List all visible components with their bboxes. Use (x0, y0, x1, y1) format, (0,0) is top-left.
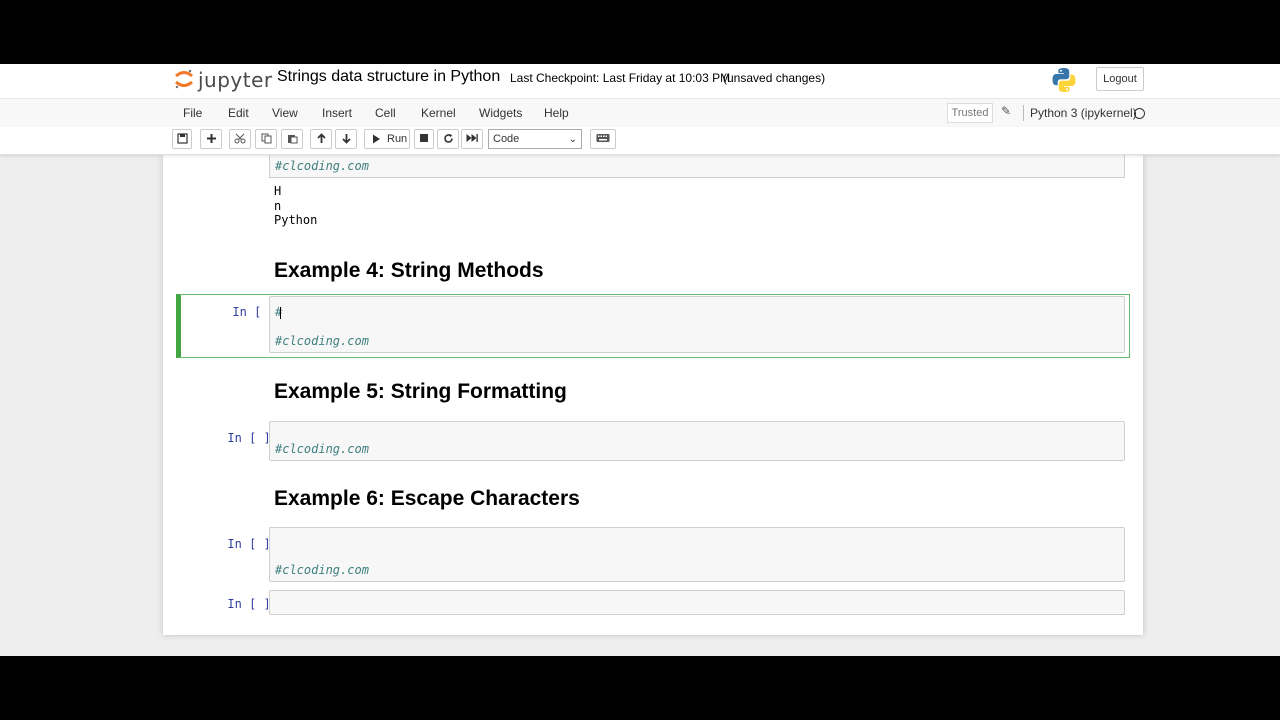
jupyter-app: jupyter Strings data structure in Python… (0, 64, 1280, 656)
code-cell[interactable]: In [ ]: #clcoding.com (176, 524, 1130, 582)
run-button[interactable]: Run (364, 129, 410, 149)
copy-icon (261, 133, 271, 144)
markdown-heading: Example 5: String Formatting (274, 380, 567, 403)
menu-file[interactable]: File (183, 106, 202, 120)
kernel-name[interactable]: Python 3 (ipykernel) (1023, 105, 1137, 121)
menu-cell[interactable]: Cell (375, 106, 396, 120)
scissors-icon (234, 133, 246, 144)
code-cell-selected[interactable]: In [ ]: # #clcoding.com (176, 294, 1130, 358)
arrow-down-icon (341, 134, 351, 144)
output-line: H (274, 184, 282, 198)
insert-cell-button[interactable] (200, 129, 222, 149)
code-input[interactable]: #clcoding.com (269, 527, 1125, 582)
interrupt-button[interactable] (414, 129, 434, 149)
keyboard-icon (596, 134, 610, 142)
trusted-badge[interactable]: Trusted (947, 103, 993, 123)
arrow-up-icon (316, 133, 326, 143)
code-line: # (275, 305, 283, 319)
cut-button[interactable] (229, 129, 251, 149)
code-comment: #clcoding.com (275, 563, 369, 577)
output-line: Python (274, 213, 318, 227)
previous-cell-input[interactable]: #clcoding.com (269, 155, 1125, 178)
markdown-heading: Example 6: Escape Characters (274, 487, 580, 510)
stop-icon (420, 134, 428, 142)
code-comment: #clcoding.com (275, 159, 369, 173)
pencil-icon[interactable]: ✎ (1001, 104, 1011, 118)
plus-icon (206, 134, 216, 143)
text-cursor (280, 307, 281, 319)
save-icon (176, 133, 188, 144)
cell-type-value: Code (493, 133, 520, 145)
output-line: n (274, 199, 282, 213)
move-down-button[interactable] (335, 129, 357, 149)
save-button[interactable] (172, 129, 192, 149)
screen: jupyter Strings data structure in Python… (0, 0, 1280, 720)
jupyter-logo[interactable]: jupyter (174, 67, 272, 93)
title-row: jupyter Strings data structure in Python… (163, 64, 1144, 98)
menu-insert[interactable]: Insert (322, 106, 352, 120)
notebook-container: #clcoding.com H n Python Example 4: Stri… (163, 155, 1143, 635)
code-comment: #clcoding.com (275, 442, 369, 456)
python-icon (1052, 68, 1076, 92)
kernel-idle-icon (1134, 108, 1145, 119)
logout-button[interactable]: Logout (1096, 67, 1144, 91)
logo-wordmark: jupyter (198, 68, 273, 92)
menu-kernel[interactable]: Kernel (421, 106, 456, 120)
header: jupyter Strings data structure in Python… (0, 64, 1280, 155)
cell-type-select[interactable]: Code ⌄ (488, 129, 582, 149)
command-palette-button[interactable] (590, 129, 616, 149)
menu-view[interactable]: View (272, 106, 298, 120)
fast-forward-icon (466, 134, 478, 142)
jupyter-logo-icon (175, 69, 193, 89)
menubar: File Edit View Insert Cell Kernel Widget… (0, 98, 1280, 127)
code-cell[interactable]: In [ ]: #clcoding.com (176, 418, 1130, 464)
code-input[interactable] (269, 590, 1125, 615)
menu-widgets[interactable]: Widgets (479, 106, 522, 120)
paste-icon (287, 135, 297, 144)
notebook-name[interactable]: Strings data structure in Python (277, 68, 500, 86)
paste-button[interactable] (281, 129, 303, 149)
chevron-down-icon: ⌄ (568, 134, 577, 145)
run-label: Run (387, 133, 408, 145)
menu-help[interactable]: Help (544, 106, 569, 120)
code-comment: #clcoding.com (275, 334, 369, 348)
checkpoint-status: Last Checkpoint: Last Friday at 10:03 PM (510, 71, 731, 85)
toolbar: Run Code ⌄ (0, 127, 1280, 155)
code-cell-empty[interactable]: In [ ]: (176, 589, 1130, 619)
code-input[interactable]: #clcoding.com (269, 421, 1125, 461)
restart-run-all-button[interactable] (461, 129, 483, 149)
restart-icon (443, 133, 453, 143)
autosave-status: (unsaved changes) (723, 71, 826, 85)
move-up-button[interactable] (310, 129, 332, 149)
code-input[interactable]: # #clcoding.com (269, 296, 1125, 353)
markdown-heading: Example 4: String Methods (274, 259, 544, 282)
menu-edit[interactable]: Edit (228, 106, 249, 120)
play-icon (373, 134, 380, 144)
restart-button[interactable] (437, 129, 459, 149)
copy-button[interactable] (255, 129, 277, 149)
